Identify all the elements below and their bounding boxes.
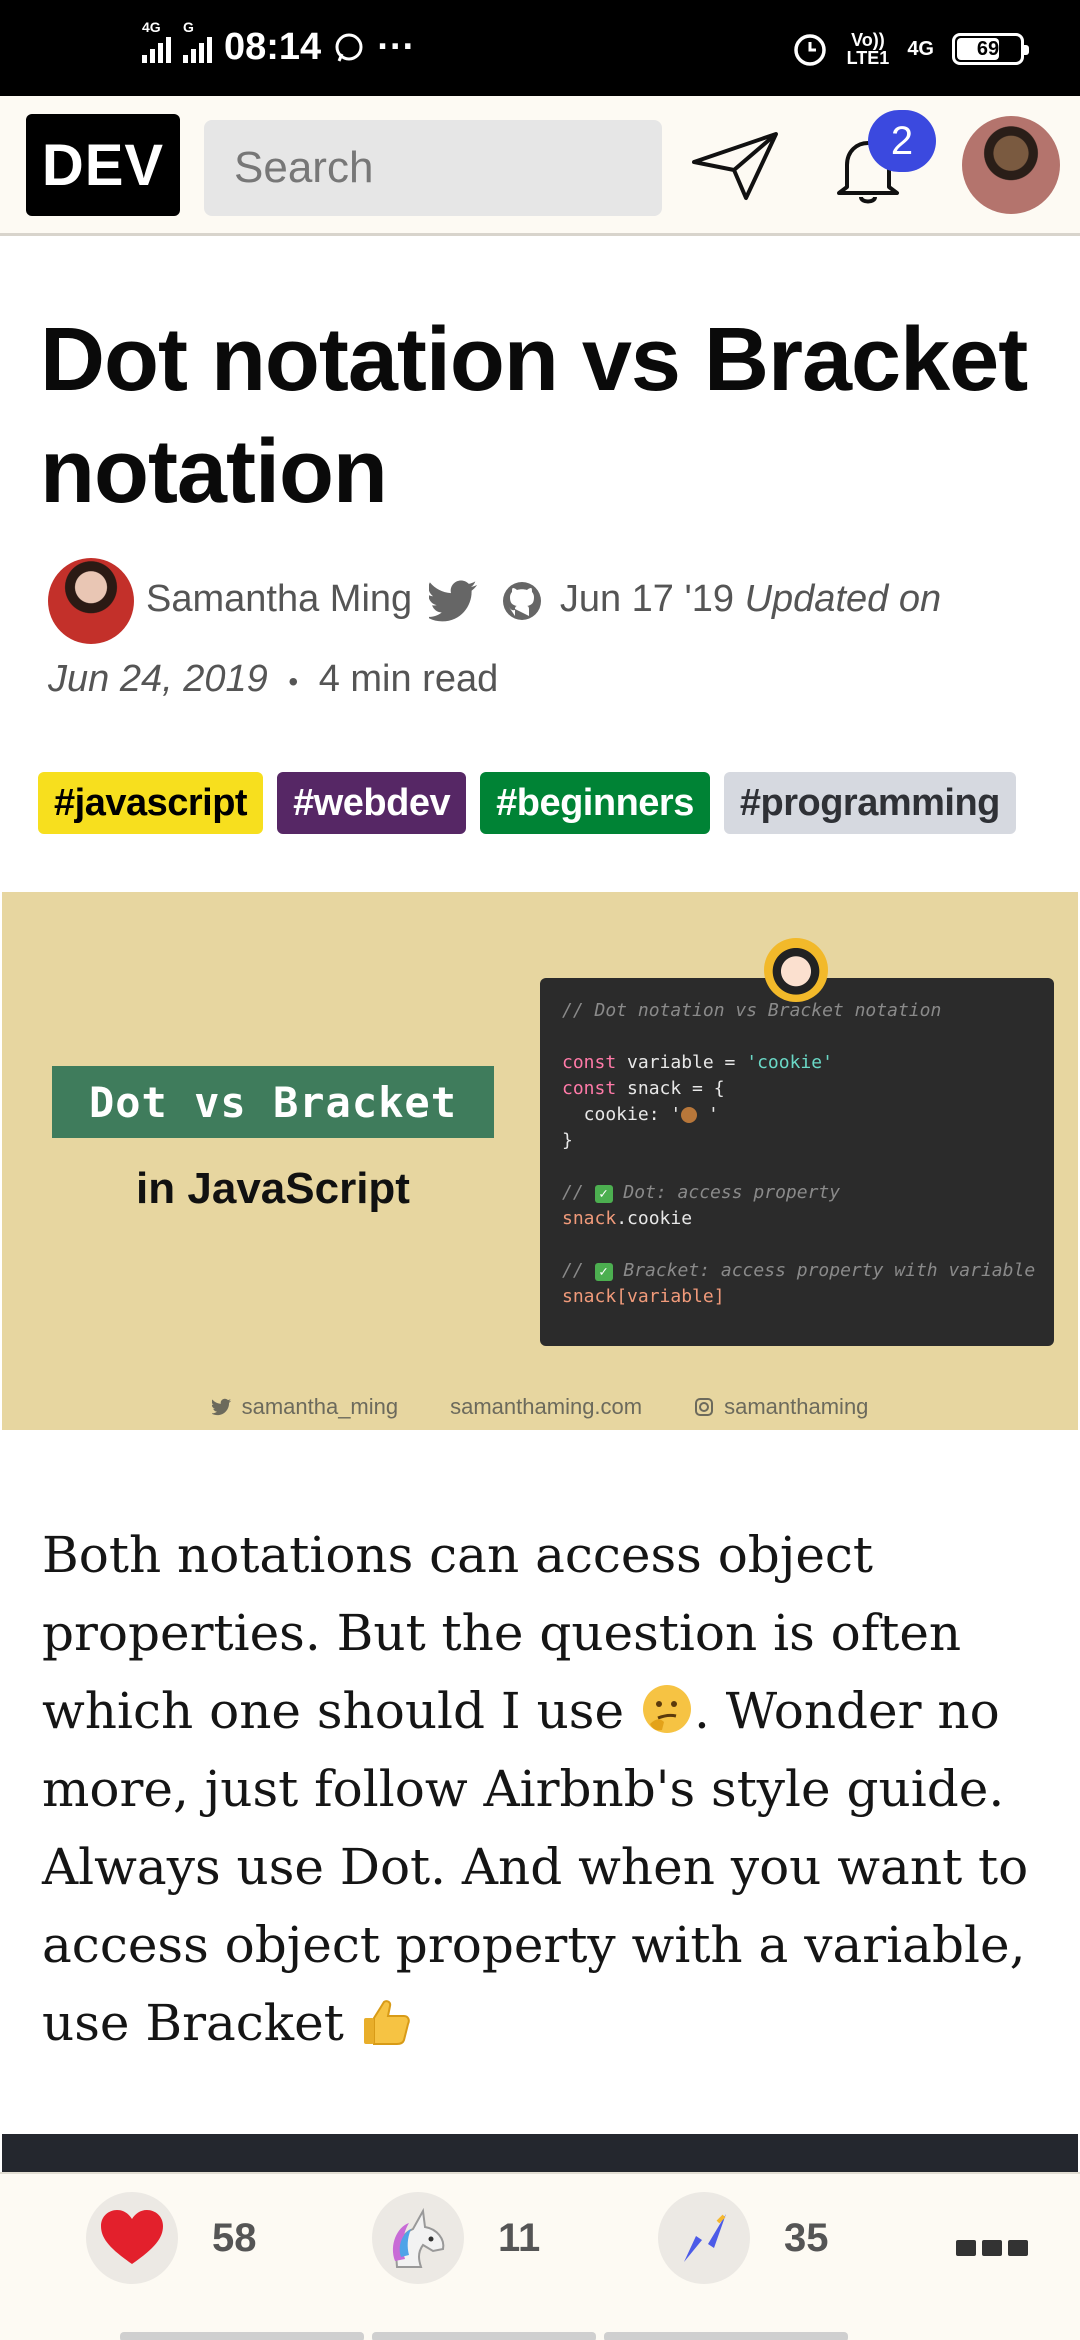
- unicorn-count: 11: [498, 2215, 541, 2260]
- cover-image: Dot vs Bracket in JavaScript // Dot nota…: [2, 892, 1078, 1430]
- thinking-face-icon: [642, 1685, 691, 1733]
- cover-footer: samantha_ming samanthaming.com samantham…: [2, 1394, 1078, 1420]
- twitter-icon[interactable]: [428, 580, 479, 622]
- twitter-icon: [211, 1398, 231, 1416]
- volte-indicator: Vo)) LTE1: [846, 30, 890, 68]
- author-name[interactable]: Samantha Ming: [146, 578, 412, 620]
- network-indicator: 4G: [907, 37, 934, 60]
- bookmark-button[interactable]: [658, 2192, 750, 2284]
- system-nav-pills: [120, 2332, 848, 2340]
- like-count: 58: [212, 2215, 257, 2260]
- clock: 08:14: [224, 26, 322, 68]
- updated-label: Updated on: [744, 578, 942, 621]
- more-options-button[interactable]: [956, 2240, 1028, 2256]
- code-comment-dot: // ✓ Dot: access property: [562, 1182, 841, 1203]
- tag-list: #javascript #webdev #beginners #programm…: [38, 772, 1016, 834]
- like-button[interactable]: [86, 2192, 178, 2284]
- check-icon: ✓: [594, 1185, 613, 1203]
- code-dot-example: snack.cookie: [562, 1208, 693, 1229]
- github-icon[interactable]: [501, 580, 543, 622]
- connect-button[interactable]: [690, 126, 780, 206]
- code-comment-bracket: // ✓ Bracket: access property with varia…: [562, 1260, 1036, 1281]
- read-time: 4 min read: [318, 658, 499, 700]
- article-title: Dot notation vs Bracket notation: [40, 310, 1028, 522]
- author-avatar[interactable]: [48, 558, 134, 644]
- tag-javascript[interactable]: #javascript: [38, 772, 264, 834]
- cover-twitter: samantha_ming: [211, 1394, 398, 1420]
- article-body: Both notations can access object propert…: [42, 1516, 1052, 2062]
- author-face-icon: [764, 938, 828, 1002]
- user-avatar[interactable]: [962, 116, 1060, 214]
- tag-webdev[interactable]: #webdev: [277, 772, 467, 834]
- battery-level: 69: [976, 37, 1000, 60]
- updated-date: Jun 24, 2019: [48, 658, 268, 700]
- check-icon: ✓: [594, 1263, 613, 1281]
- status-left: 4G G 08:14 ···: [142, 19, 416, 69]
- bookmark-reaction[interactable]: 35: [658, 2192, 829, 2284]
- cover-site: samanthaming.com: [450, 1394, 643, 1419]
- unicorn-button[interactable]: [372, 2192, 464, 2284]
- heart-icon: [101, 2210, 163, 2264]
- status-bar: 4G G 08:14 ··· Vo)) LTE1 4G 69: [0, 0, 1080, 96]
- dev-logo[interactable]: DEV: [26, 114, 180, 216]
- instagram-icon: [695, 1398, 714, 1416]
- thumbs-up-icon: [363, 2000, 410, 2045]
- code-line-3: cookie: ' ': [562, 1104, 719, 1125]
- code-snippet: // Dot notation vs Bracket notation cons…: [540, 978, 1054, 1346]
- status-right: Vo)) LTE1 4G 69: [791, 30, 1029, 68]
- cover-badge: Dot vs Bracket: [52, 1066, 494, 1138]
- app-header: DEV 2: [0, 96, 1080, 236]
- cookie-icon: [681, 1107, 698, 1123]
- tag-programming[interactable]: #programming: [723, 772, 1016, 834]
- reaction-bar: 58 11 35: [0, 2172, 1080, 2340]
- signal-icon-2: G: [183, 19, 212, 63]
- signal-icon-1: 4G: [142, 19, 171, 63]
- unicorn-icon: [392, 2207, 445, 2268]
- search-input[interactable]: [204, 120, 662, 216]
- battery-icon: 69: [952, 33, 1029, 65]
- code-bracket-example: snack[variable]: [562, 1286, 725, 1307]
- code-line-2: const snack = {: [562, 1078, 725, 1099]
- article-byline: Samantha Ming Jun 17 '19 Updated on Jun …: [48, 558, 1048, 717]
- cover-subtitle: in JavaScript: [136, 1164, 410, 1213]
- byline-separator: •: [288, 666, 299, 697]
- divider-strip: [2, 2134, 1078, 2174]
- publish-date: Jun 17 '19: [559, 578, 735, 621]
- code-line-1: const variable = 'cookie': [562, 1052, 833, 1073]
- bookmark-icon: [684, 2214, 726, 2262]
- notification-badge: 2: [868, 110, 936, 172]
- paper-plane-icon: [692, 132, 778, 200]
- cover-instagram: samanthaming: [694, 1394, 868, 1420]
- code-line-4: }: [562, 1130, 573, 1151]
- unicorn-reaction[interactable]: 11: [372, 2192, 540, 2284]
- like-reaction[interactable]: 58: [86, 2192, 257, 2284]
- more-notifications-icon: ···: [377, 26, 416, 68]
- whatsapp-icon: [335, 33, 363, 62]
- alarm-icon: [793, 34, 826, 66]
- tag-beginners[interactable]: #beginners: [480, 772, 710, 834]
- bookmark-count: 35: [784, 2215, 829, 2260]
